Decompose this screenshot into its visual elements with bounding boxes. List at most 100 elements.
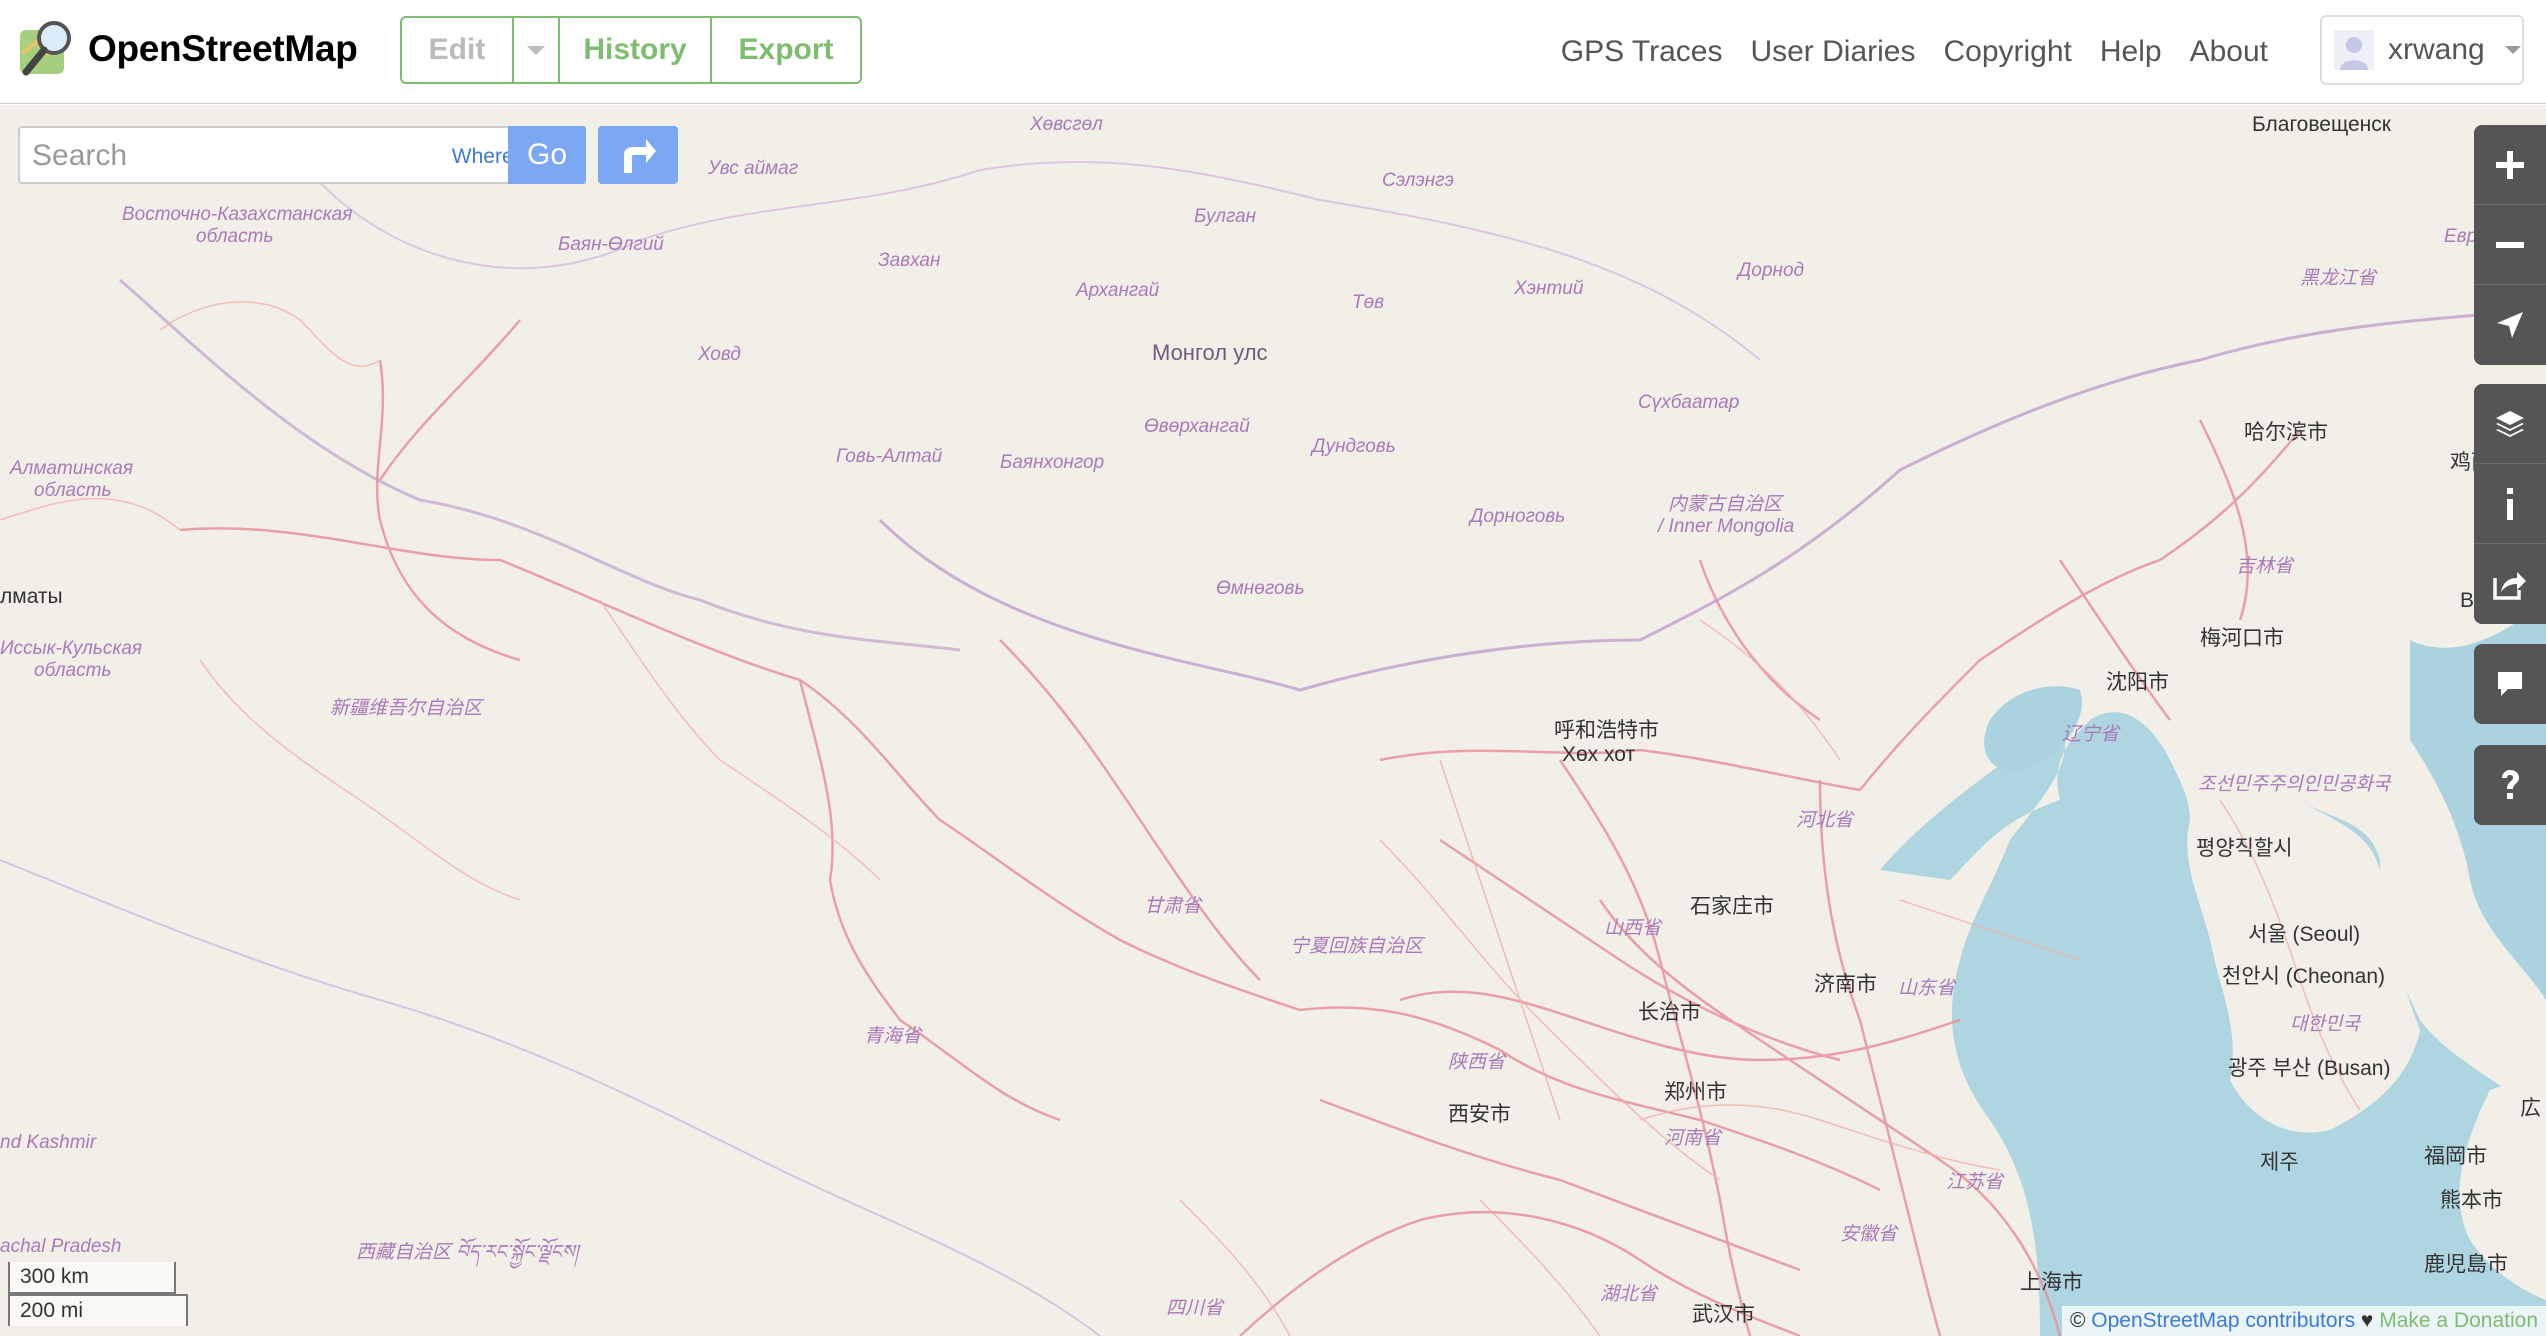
map-label: 吉林省 <box>2236 556 2294 577</box>
map-label: область <box>196 226 274 247</box>
map-label-city: 武汉市 <box>1692 1303 1755 1326</box>
map-label: Хэнтий <box>1514 278 1584 299</box>
map-label-city: 沈阳市 <box>2106 671 2169 694</box>
map-label-city: 広 <box>2520 1097 2541 1120</box>
map-label: 甘肃省 <box>1144 896 1202 917</box>
map-canvas[interactable]: Хөвсгөл Увс аймаг Сэлэнгэ Булган Восточн… <box>0 105 2546 1336</box>
map-label-city: 长治市 <box>1638 1001 1701 1024</box>
border-line <box>119 278 961 652</box>
map-label: nd Kashmir <box>0 1132 97 1153</box>
map-label-city: 福岡市 <box>2424 1145 2487 1168</box>
secondary-nav: GPS Traces User Diaries Copyright Help A… <box>1547 0 2282 104</box>
show-my-location-button[interactable] <box>2474 285 2546 365</box>
search-input[interactable] <box>32 136 372 176</box>
layers-button[interactable] <box>2474 384 2546 464</box>
home-logo-link[interactable]: OpenStreetMap <box>18 18 358 80</box>
map-label: 湖北省 <box>1600 1284 1658 1305</box>
osm-magnifier-logo-icon <box>20 21 71 76</box>
map-label: Увс аймаг <box>708 158 799 179</box>
map-label-city: 평양직할시 <box>2196 837 2293 860</box>
map-label: 陕西省 <box>1448 1052 1506 1073</box>
query-features-button[interactable] <box>2474 745 2546 825</box>
nav-user-diaries[interactable]: User Diaries <box>1736 35 1929 69</box>
map-label-city: Благовещенск <box>2252 113 2391 136</box>
map-label-city: 熊本市 <box>2440 1189 2503 1212</box>
nav-copyright[interactable]: Copyright <box>1929 35 2085 69</box>
layers-icon <box>2496 410 2524 437</box>
map-label: 内蒙古自治区 <box>1668 494 1783 515</box>
map-label: Завхан <box>878 250 941 271</box>
map-label: Сэлэнгэ <box>1382 170 1454 191</box>
search-box: Where am I? <box>18 126 586 184</box>
zoom-in-button[interactable] <box>2474 125 2546 205</box>
map-label: 新疆维吾尔自治区 <box>330 698 483 719</box>
map-label: 四川省 <box>1166 1298 1224 1319</box>
zoom-out-button[interactable] <box>2474 205 2546 285</box>
map-label-city: 石家庄市 <box>1690 895 1774 918</box>
user-menu[interactable]: xrwang <box>2320 15 2524 85</box>
map-label: Дундговь <box>1312 436 1396 457</box>
map-label-city: 서울 (Seoul) <box>2248 923 2361 946</box>
map-tiles <box>0 159 2546 1336</box>
plus-icon <box>2496 150 2524 179</box>
go-button[interactable]: Go <box>508 126 586 184</box>
map-label-city: 제주 <box>2260 1151 2299 1174</box>
contributors-link[interactable]: OpenStreetMap contributors <box>2091 1309 2355 1332</box>
map-label: Алматинская <box>10 458 134 479</box>
map-label-city: 천안시 (Cheonan) <box>2222 965 2386 988</box>
map-label-city: 哈尔滨市 <box>2244 421 2328 444</box>
map-label: Иссык-Кульская <box>0 638 143 659</box>
map-label: Ховд <box>698 344 741 365</box>
map-label: Дорнод <box>1738 260 1805 281</box>
notes-control <box>2474 644 2546 724</box>
map-label: achal Pradesh <box>0 1236 122 1257</box>
nav-help[interactable]: Help <box>2086 35 2176 69</box>
directions-button[interactable] <box>598 126 678 184</box>
map-label-city: 郑州市 <box>1664 1081 1727 1104</box>
map-label: / Inner Mongolia <box>1658 516 1795 537</box>
map-label: 江苏省 <box>1946 1172 2004 1193</box>
map-label-city: 광주 부산 (Busan) <box>2228 1057 2391 1080</box>
share-button[interactable] <box>2474 544 2546 624</box>
scale-km: 300 km <box>8 1262 176 1294</box>
directions-icon <box>624 139 656 173</box>
map-scale: 300 km 200 mi <box>8 1262 188 1326</box>
donate-link[interactable]: Make a Donation <box>2379 1309 2538 1332</box>
app-title: OpenStreetMap <box>88 28 358 69</box>
map-label: 安徽省 <box>1840 1224 1898 1245</box>
map-label-city: Хөх хот <box>1562 743 1636 766</box>
edit-dropdown-button[interactable] <box>514 18 560 82</box>
map-key-button[interactable] <box>2474 464 2546 544</box>
map-label: Хөвсгөл <box>1030 114 1103 135</box>
map-panel-controls <box>2474 384 2546 624</box>
chevron-down-icon <box>527 45 545 55</box>
add-note-button[interactable] <box>2474 644 2546 724</box>
map-label: область <box>34 480 112 501</box>
map-label-city: 西安市 <box>1448 1103 1511 1126</box>
help-control <box>2474 745 2546 825</box>
map-label: Булган <box>1194 206 1257 227</box>
map-label: Говь-Алтай <box>836 446 943 467</box>
map-label-city: 济南市 <box>1814 973 1877 996</box>
edit-button[interactable]: Edit <box>402 18 514 82</box>
avatar-icon <box>2334 30 2374 70</box>
history-button[interactable]: History <box>560 18 712 82</box>
map-label-country: Монгол улс <box>1152 340 1268 365</box>
nav-gps-traces[interactable]: GPS Traces <box>1547 35 1737 69</box>
map-label: 河南省 <box>1664 1128 1722 1149</box>
info-icon <box>2507 487 2513 520</box>
user-name: xrwang <box>2388 33 2485 66</box>
map-label-city: 上海市 <box>2020 1271 2083 1294</box>
chevron-down-icon <box>2504 46 2521 54</box>
map-label: Өвөрхангай <box>1144 416 1250 437</box>
map-label-city: 呼和浩特市 <box>1554 719 1659 742</box>
minus-icon <box>2496 241 2524 248</box>
speech-bubble-icon <box>2498 672 2522 696</box>
map-label: Өмнөговь <box>1216 578 1305 599</box>
export-button[interactable]: Export <box>712 18 860 82</box>
map-label: Төв <box>1352 292 1385 313</box>
nav-about[interactable]: About <box>2176 35 2282 69</box>
map-label: 黑龙江省 <box>2300 268 2377 289</box>
border-line <box>299 159 1761 361</box>
map-label: 조선민주주의인민공화국 <box>2198 774 2391 795</box>
